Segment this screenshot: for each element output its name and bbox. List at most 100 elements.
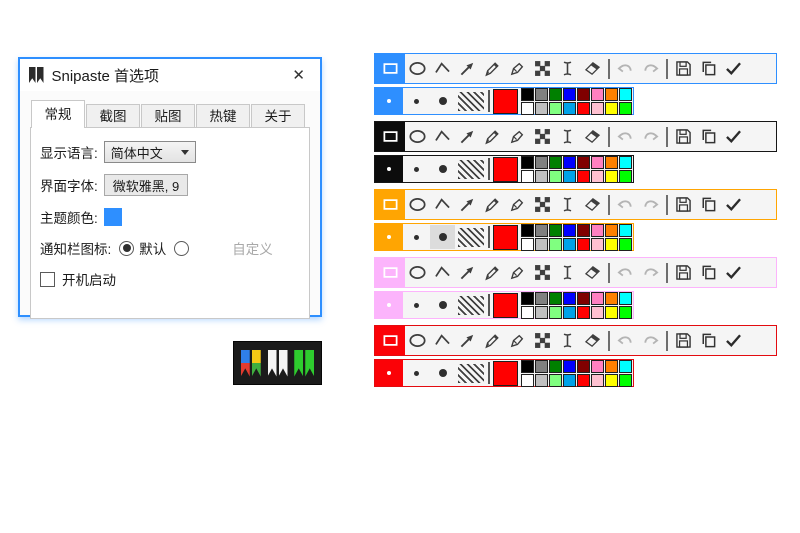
palette-color-swatch[interactable]	[591, 170, 604, 183]
palette-color-swatch[interactable]	[591, 306, 604, 319]
hatch-pattern-option[interactable]	[455, 157, 486, 181]
palette-color-swatch[interactable]	[605, 102, 618, 115]
rectangle-tool[interactable]	[375, 54, 405, 83]
hatch-pattern-option[interactable]	[455, 225, 486, 249]
palette-color-swatch[interactable]	[549, 360, 562, 373]
stroke-small-option[interactable]	[404, 293, 429, 317]
rectangle-tool[interactable]	[375, 326, 405, 355]
pencil-tool[interactable]	[480, 122, 505, 151]
hatch-pattern-option[interactable]	[455, 89, 486, 113]
current-color-swatch[interactable]	[493, 361, 518, 386]
hatch-pattern-option[interactable]	[455, 361, 486, 385]
stroke-medium-option[interactable]	[430, 361, 455, 385]
text-tool[interactable]	[555, 54, 580, 83]
close-icon[interactable]: ✕	[286, 64, 311, 86]
palette-color-swatch[interactable]	[619, 360, 632, 373]
theme-color-swatch[interactable]	[104, 208, 122, 226]
eraser-tool[interactable]	[580, 326, 605, 355]
mosaic-tool[interactable]	[530, 54, 555, 83]
palette-color-swatch[interactable]	[563, 156, 576, 169]
stroke-size-preview[interactable]	[375, 88, 403, 114]
palette-color-swatch[interactable]	[549, 88, 562, 101]
ellipse-tool[interactable]	[405, 258, 430, 287]
palette-color-swatch[interactable]	[535, 102, 548, 115]
eraser-tool[interactable]	[580, 122, 605, 151]
tray-icon-white[interactable]	[268, 350, 288, 377]
current-color-swatch[interactable]	[493, 89, 518, 114]
tab-screenshot[interactable]: 截图	[86, 104, 140, 128]
polyline-tool[interactable]	[430, 54, 455, 83]
save-button[interactable]	[671, 122, 696, 151]
palette-color-swatch[interactable]	[577, 238, 590, 251]
palette-color-swatch[interactable]	[577, 102, 590, 115]
ellipse-tool[interactable]	[405, 54, 430, 83]
undo-button[interactable]	[613, 326, 638, 355]
autostart-checkbox[interactable]	[40, 272, 55, 287]
stroke-small-option[interactable]	[404, 225, 429, 249]
palette-color-swatch[interactable]	[591, 374, 604, 387]
tray-default-radio[interactable]	[119, 241, 134, 256]
pencil-tool[interactable]	[480, 54, 505, 83]
palette-color-swatch[interactable]	[619, 156, 632, 169]
palette-color-swatch[interactable]	[563, 292, 576, 305]
palette-color-swatch[interactable]	[521, 238, 534, 251]
palette-color-swatch[interactable]	[619, 292, 632, 305]
palette-color-swatch[interactable]	[549, 374, 562, 387]
redo-button[interactable]	[638, 122, 663, 151]
palette-color-swatch[interactable]	[619, 374, 632, 387]
palette-color-swatch[interactable]	[591, 102, 604, 115]
marker-tool[interactable]	[505, 54, 530, 83]
palette-color-swatch[interactable]	[563, 170, 576, 183]
mosaic-tool[interactable]	[530, 258, 555, 287]
polyline-tool[interactable]	[430, 122, 455, 151]
dialog-titlebar[interactable]: Snipaste 首选项 ✕	[20, 59, 320, 91]
palette-color-swatch[interactable]	[619, 170, 632, 183]
palette-color-swatch[interactable]	[521, 102, 534, 115]
text-tool[interactable]	[555, 122, 580, 151]
palette-color-swatch[interactable]	[577, 156, 590, 169]
redo-button[interactable]	[638, 326, 663, 355]
palette-color-swatch[interactable]	[577, 306, 590, 319]
tab-about[interactable]: 关于	[251, 104, 305, 128]
ellipse-tool[interactable]	[405, 122, 430, 151]
palette-color-swatch[interactable]	[549, 238, 562, 251]
confirm-button[interactable]	[721, 122, 746, 151]
polyline-tool[interactable]	[430, 258, 455, 287]
palette-color-swatch[interactable]	[549, 156, 562, 169]
palette-color-swatch[interactable]	[605, 360, 618, 373]
palette-color-swatch[interactable]	[619, 102, 632, 115]
mosaic-tool[interactable]	[530, 326, 555, 355]
palette-color-swatch[interactable]	[521, 156, 534, 169]
confirm-button[interactable]	[721, 326, 746, 355]
marker-tool[interactable]	[505, 326, 530, 355]
palette-color-swatch[interactable]	[577, 170, 590, 183]
palette-color-swatch[interactable]	[535, 292, 548, 305]
palette-color-swatch[interactable]	[605, 170, 618, 183]
palette-color-swatch[interactable]	[521, 374, 534, 387]
stroke-medium-option[interactable]	[430, 89, 455, 113]
palette-color-swatch[interactable]	[605, 292, 618, 305]
palette-color-swatch[interactable]	[605, 224, 618, 237]
marker-tool[interactable]	[505, 258, 530, 287]
palette-color-swatch[interactable]	[563, 238, 576, 251]
marker-tool[interactable]	[505, 122, 530, 151]
copy-button[interactable]	[696, 258, 721, 287]
arrow-tool[interactable]	[455, 54, 480, 83]
palette-color-swatch[interactable]	[563, 360, 576, 373]
palette-color-swatch[interactable]	[563, 224, 576, 237]
pencil-tool[interactable]	[480, 190, 505, 219]
current-color-swatch[interactable]	[493, 157, 518, 182]
palette-color-swatch[interactable]	[619, 88, 632, 101]
stroke-size-preview[interactable]	[375, 292, 403, 318]
palette-color-swatch[interactable]	[605, 88, 618, 101]
palette-color-swatch[interactable]	[521, 306, 534, 319]
copy-button[interactable]	[696, 190, 721, 219]
palette-color-swatch[interactable]	[577, 88, 590, 101]
stroke-medium-option[interactable]	[430, 293, 455, 317]
palette-color-swatch[interactable]	[605, 156, 618, 169]
language-select[interactable]: 简体中文	[104, 141, 196, 163]
undo-button[interactable]	[613, 54, 638, 83]
copy-button[interactable]	[696, 122, 721, 151]
stroke-small-option[interactable]	[404, 89, 429, 113]
palette-color-swatch[interactable]	[535, 360, 548, 373]
